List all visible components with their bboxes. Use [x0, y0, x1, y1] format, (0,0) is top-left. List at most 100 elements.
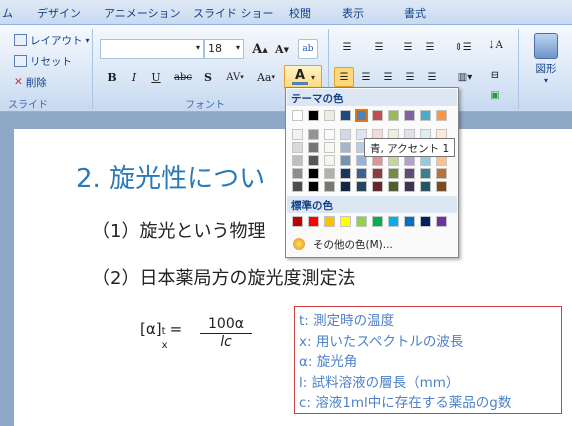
bullets-button[interactable]: ☰	[334, 37, 360, 57]
more-colors-button[interactable]: その他の色(M)...	[287, 234, 457, 254]
tab-review[interactable]: 校閲	[289, 5, 311, 21]
underline-button[interactable]: U	[146, 67, 166, 87]
color-swatch[interactable]	[340, 142, 351, 153]
underline-icon: U	[151, 70, 161, 84]
color-swatch[interactable]	[292, 142, 303, 153]
color-swatch[interactable]	[292, 155, 303, 166]
delete-button[interactable]: ✕ 削除	[14, 72, 47, 92]
standard-color-swatch[interactable]	[356, 216, 367, 227]
font-color-button[interactable]: A ▾	[284, 65, 322, 89]
color-swatch[interactable]	[292, 110, 303, 121]
tab-home[interactable]: ム	[2, 5, 13, 21]
tab-format[interactable]: 書式	[404, 5, 426, 21]
standard-color-swatch[interactable]	[324, 216, 335, 227]
color-swatch[interactable]	[308, 155, 319, 166]
strikethrough-button[interactable]: abc	[170, 67, 196, 87]
legend-textbox[interactable]: t: 測定時の温度 x: 用いたスペクトルの波長 α: 旋光角 l: 試料溶液の…	[294, 306, 562, 414]
formula-lhs[interactable]: [α] t x =	[140, 320, 182, 351]
color-swatch[interactable]	[436, 181, 447, 192]
color-swatch[interactable]	[388, 110, 399, 121]
standard-color-swatch[interactable]	[404, 216, 415, 227]
color-swatch[interactable]	[324, 129, 335, 140]
color-swatch[interactable]	[308, 181, 319, 192]
slide-title[interactable]: 2. 旋光性につい	[76, 158, 265, 195]
slide-body-line-2[interactable]: （2）日本薬局方の旋光度測定法	[92, 264, 355, 290]
slide-body-line-1[interactable]: （1）旋光という物理	[92, 217, 265, 243]
standard-color-swatch[interactable]	[340, 216, 351, 227]
italic-button[interactable]: I	[124, 67, 144, 87]
color-swatch[interactable]	[324, 168, 335, 179]
color-swatch[interactable]	[356, 181, 367, 192]
tab-animations[interactable]: アニメーション	[104, 5, 181, 21]
color-swatch[interactable]	[324, 155, 335, 166]
grow-font-button[interactable]: A ▲	[250, 39, 270, 59]
reset-button[interactable]: リセット	[14, 51, 72, 71]
color-swatch[interactable]	[404, 110, 415, 121]
color-swatch[interactable]	[340, 181, 351, 192]
shadow-button[interactable]: S	[198, 67, 218, 87]
font-name-combo[interactable]: ▾	[100, 39, 204, 59]
bold-button[interactable]: B	[102, 67, 122, 87]
text-direction-button[interactable]: ⇣A	[484, 35, 506, 55]
tab-slideshow[interactable]: スライド ショー	[193, 5, 274, 21]
standard-color-swatch[interactable]	[292, 216, 303, 227]
tab-design[interactable]: デザイン	[37, 5, 81, 21]
numbering-button[interactable]: ☰	[366, 37, 392, 57]
color-swatch[interactable]	[356, 168, 367, 179]
legend-line: l: 試料溶液の層長（mm）	[299, 374, 460, 391]
increase-indent-button[interactable]: ☰	[420, 37, 440, 57]
color-swatch[interactable]	[372, 181, 383, 192]
tab-view[interactable]: 表示	[342, 5, 364, 21]
color-swatch[interactable]	[388, 181, 399, 192]
standard-color-swatch[interactable]	[372, 216, 383, 227]
color-swatch[interactable]	[340, 155, 351, 166]
color-swatch[interactable]	[324, 110, 335, 121]
change-case-button[interactable]: Aa ▾	[252, 67, 280, 87]
color-swatch[interactable]	[340, 129, 351, 140]
standard-color-swatch[interactable]	[388, 216, 399, 227]
color-swatch[interactable]	[292, 181, 303, 192]
align-left-button[interactable]: ☰	[334, 67, 354, 87]
color-swatch[interactable]	[308, 129, 319, 140]
line-spacing-button[interactable]: ⇕☰	[448, 37, 478, 57]
color-swatch[interactable]	[420, 181, 431, 192]
color-swatch[interactable]	[324, 181, 335, 192]
char-spacing-button[interactable]: AV ▾	[222, 67, 248, 87]
color-swatch[interactable]	[292, 129, 303, 140]
color-swatch[interactable]	[308, 110, 319, 121]
color-swatch[interactable]	[388, 168, 399, 179]
justify-button[interactable]: ☰	[400, 67, 420, 87]
smartart-button[interactable]: ▣	[484, 87, 506, 103]
font-size-combo[interactable]: 18 ▾	[204, 39, 244, 59]
columns-button[interactable]: ▥▾	[450, 67, 480, 87]
color-swatch[interactable]	[308, 142, 319, 153]
color-swatch[interactable]	[340, 110, 351, 121]
align-center-button[interactable]: ☰	[356, 67, 376, 87]
standard-color-swatch[interactable]	[308, 216, 319, 227]
formula-fraction[interactable]: 100α lc	[200, 316, 252, 350]
standard-color-swatch[interactable]	[436, 216, 447, 227]
shapes-button[interactable]: 図形 ▾	[528, 33, 564, 85]
font-color-bar	[291, 82, 308, 85]
color-swatch[interactable]	[404, 181, 415, 192]
color-swatch[interactable]	[292, 168, 303, 179]
color-swatch[interactable]	[340, 168, 351, 179]
color-swatch[interactable]	[308, 168, 319, 179]
color-swatch[interactable]	[404, 168, 415, 179]
color-swatch[interactable]	[372, 110, 383, 121]
distribute-button[interactable]: ☰	[422, 67, 442, 87]
color-swatch[interactable]	[372, 168, 383, 179]
color-swatch[interactable]	[436, 110, 447, 121]
color-swatch[interactable]	[420, 168, 431, 179]
layout-button[interactable]: レイアウト ▾	[14, 30, 90, 50]
color-swatch[interactable]	[436, 168, 447, 179]
decrease-indent-button[interactable]: ☰	[398, 37, 418, 57]
shrink-font-button[interactable]: A ▼	[272, 39, 292, 59]
align-text-button[interactable]: ⊟	[484, 65, 506, 85]
color-swatch[interactable]	[355, 109, 368, 122]
clear-format-button[interactable]: ab	[298, 39, 318, 59]
color-swatch[interactable]	[420, 110, 431, 121]
align-right-button[interactable]: ☰	[378, 67, 398, 87]
standard-color-swatch[interactable]	[420, 216, 431, 227]
color-swatch[interactable]	[324, 142, 335, 153]
